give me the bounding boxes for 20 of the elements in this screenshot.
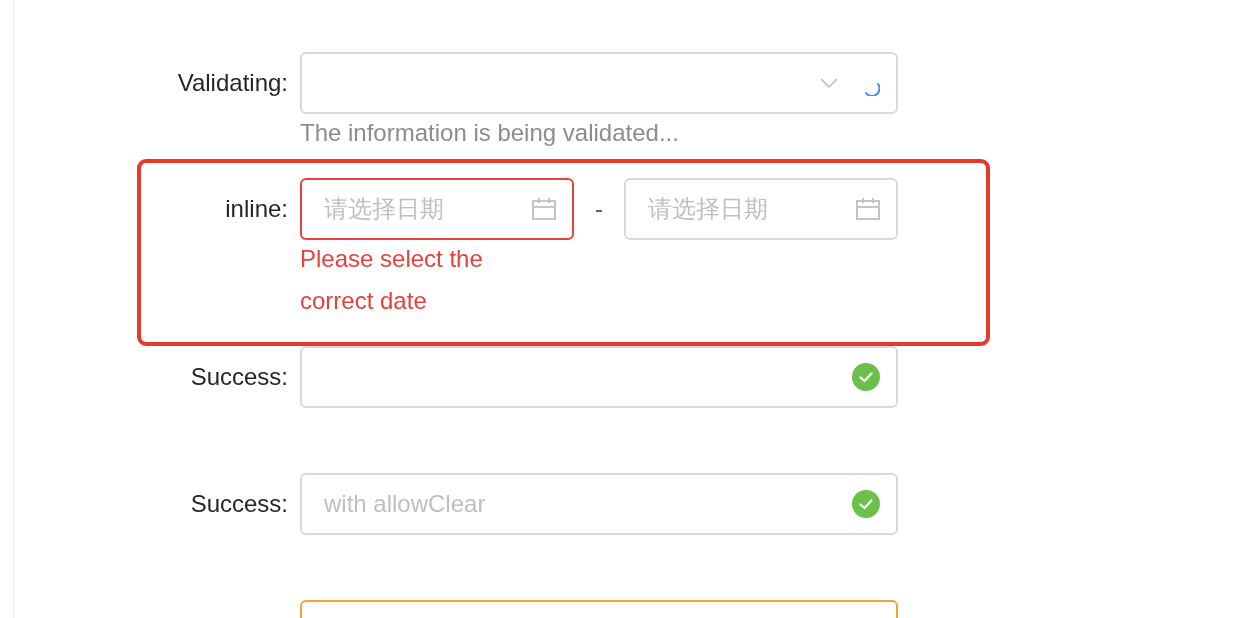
field-label: inline: bbox=[225, 195, 288, 223]
check-circle-icon bbox=[852, 363, 880, 391]
date-field[interactable]: 请选择日期 bbox=[624, 178, 898, 240]
help-text: Please select the correct date bbox=[300, 244, 484, 316]
calendar-icon bbox=[532, 198, 556, 220]
date-placeholder: 请选择日期 bbox=[648, 194, 768, 224]
help-text: The information is being validated... bbox=[300, 118, 680, 148]
field-label: Success: bbox=[190, 490, 288, 518]
input-placeholder: with allowClear bbox=[324, 490, 486, 518]
range-separator: - bbox=[594, 195, 604, 223]
field-label: Success: bbox=[190, 363, 288, 391]
field-label: Validating: bbox=[177, 69, 288, 97]
input-field[interactable]: with allowClear bbox=[300, 473, 898, 535]
input-field[interactable] bbox=[300, 346, 898, 408]
check-circle-icon bbox=[852, 490, 880, 518]
date-placeholder: 请选择日期 bbox=[324, 194, 444, 224]
select-field[interactable] bbox=[300, 52, 898, 114]
date-field[interactable]: 请选择日期 bbox=[300, 178, 574, 240]
calendar-icon bbox=[856, 198, 880, 220]
chevron-down-icon bbox=[820, 78, 838, 88]
